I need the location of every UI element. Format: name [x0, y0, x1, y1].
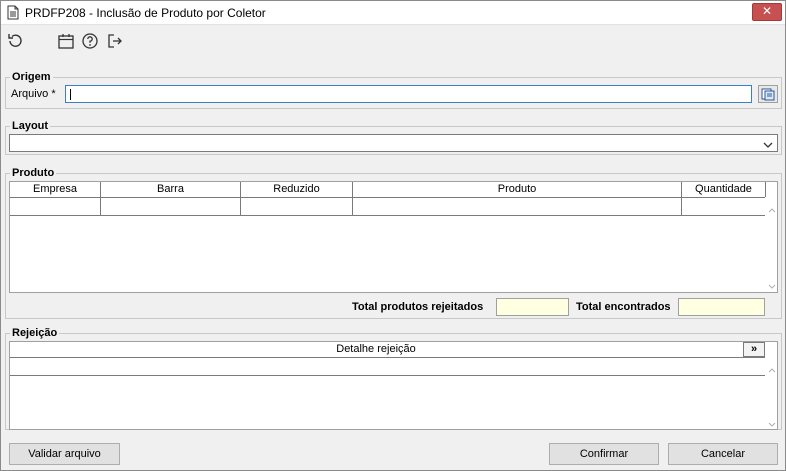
total-encontrados-field: [678, 298, 765, 316]
scroll-up-icon[interactable]: [768, 204, 776, 213]
table-cell[interactable]: [682, 198, 766, 215]
undo-button[interactable]: [6, 32, 24, 50]
total-rejeitados-label: Total produtos rejeitados: [352, 301, 484, 313]
rejeicao-grid: Detalhe rejeição »: [9, 341, 778, 430]
total-rejeitados-field: [496, 298, 569, 316]
text-caret: [70, 89, 71, 100]
scroll-down-icon[interactable]: [768, 280, 776, 289]
column-reduzido[interactable]: Reduzido: [241, 182, 353, 197]
close-icon: ✕: [761, 4, 773, 18]
validar-arquivo-button[interactable]: Validar arquivo: [9, 443, 120, 465]
main-window: PRDFP208 - Inclusão de Produto por Colet…: [0, 0, 786, 471]
column-detalhe-rejeicao[interactable]: Detalhe rejeição: [10, 342, 742, 357]
scroll-up-icon[interactable]: [768, 364, 776, 373]
produto-grid: Empresa Barra Reduzido Produto Quantidad…: [9, 181, 778, 293]
window-title: PRDFP208 - Inclusão de Produto por Colet…: [25, 6, 266, 20]
column-quantidade[interactable]: Quantidade: [682, 182, 766, 197]
produto-grid-header: Empresa Barra Reduzido Produto Quantidad…: [10, 182, 766, 198]
browse-file-button[interactable]: [758, 85, 778, 103]
help-icon: [81, 32, 99, 50]
origem-group: Origem Arquivo *: [5, 71, 782, 109]
document-icon: [7, 5, 19, 20]
arquivo-label: Arquivo *: [11, 88, 56, 100]
calendar-icon: [57, 32, 75, 50]
rejeicao-legend: Rejeição: [12, 327, 58, 339]
layout-group: Layout: [5, 120, 782, 155]
table-row[interactable]: [10, 198, 766, 216]
table-cell[interactable]: [241, 198, 353, 215]
confirmar-button[interactable]: Confirmar: [549, 443, 659, 465]
table-cell[interactable]: [10, 198, 101, 215]
scroll-down-icon[interactable]: [768, 418, 776, 427]
produto-vertical-scrollbar[interactable]: [765, 198, 777, 292]
column-produto[interactable]: Produto: [353, 182, 682, 197]
calendar-button[interactable]: [57, 32, 75, 50]
total-encontrados-label: Total encontrados: [576, 301, 671, 313]
exit-button[interactable]: [106, 32, 124, 50]
help-button[interactable]: [81, 32, 99, 50]
column-empresa[interactable]: Empresa: [10, 182, 101, 197]
toolbar: [1, 26, 785, 56]
table-row[interactable]: [10, 358, 766, 376]
table-cell[interactable]: [101, 198, 241, 215]
expand-button[interactable]: »: [743, 342, 765, 357]
produto-group: Produto Empresa Barra Reduzido Produto Q…: [5, 167, 782, 319]
cancelar-button[interactable]: Cancelar: [668, 443, 778, 465]
produto-legend: Produto: [12, 167, 55, 179]
rejeicao-grid-header: Detalhe rejeição: [10, 342, 765, 358]
rejeicao-vertical-scrollbar[interactable]: [765, 358, 777, 429]
origem-legend: Origem: [12, 71, 51, 83]
double-chevron-right-icon: »: [750, 343, 758, 355]
rejeicao-group: Rejeição Detalhe rejeição »: [5, 327, 782, 430]
exit-icon: [106, 32, 124, 50]
chevron-down-icon: [763, 139, 773, 148]
layout-legend: Layout: [12, 120, 49, 132]
column-barra[interactable]: Barra: [101, 182, 241, 197]
table-cell[interactable]: [10, 358, 766, 375]
layout-select[interactable]: [9, 134, 778, 152]
title-bar: PRDFP208 - Inclusão de Produto por Colet…: [1, 1, 785, 25]
arquivo-input[interactable]: [65, 85, 752, 103]
folder-browse-icon: [759, 88, 777, 105]
undo-icon: [6, 32, 24, 50]
close-button[interactable]: ✕: [752, 3, 782, 21]
table-cell[interactable]: [353, 198, 682, 215]
